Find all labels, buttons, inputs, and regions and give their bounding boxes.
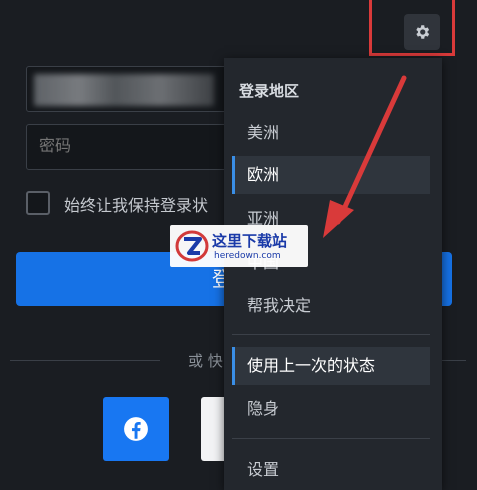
remember-checkbox[interactable] (26, 191, 50, 215)
remember-label: 始终让我保持登录状 (64, 196, 209, 215)
gear-highlight-box (369, 0, 455, 56)
facebook-icon (124, 417, 148, 441)
watermark-text-en: heredown.com (214, 251, 281, 261)
menu-item-region-americas[interactable]: 美洲 (232, 114, 430, 152)
menu-item-invisible[interactable]: 隐身 (232, 390, 430, 428)
menu-item-settings[interactable]: 设置 (232, 451, 430, 489)
menu-item-region-europe[interactable]: 欧洲 (232, 156, 430, 194)
menu-item-use-last-status[interactable]: 使用上一次的状态 (232, 347, 430, 385)
password-field[interactable] (26, 124, 236, 170)
watermark-text-cn: 这里下载站 (212, 232, 288, 250)
blurred-username (34, 74, 214, 106)
watermark-logo-icon (175, 230, 209, 262)
facebook-login-button[interactable] (103, 397, 169, 461)
region-menu-header: 登录地区 (239, 82, 300, 100)
menu-separator (232, 438, 430, 439)
menu-separator (232, 334, 430, 335)
quick-login-divider-text: 或 快 (188, 352, 223, 370)
divider-line-left (10, 360, 160, 361)
menu-item-help-me-decide[interactable]: 帮我决定 (232, 287, 430, 325)
